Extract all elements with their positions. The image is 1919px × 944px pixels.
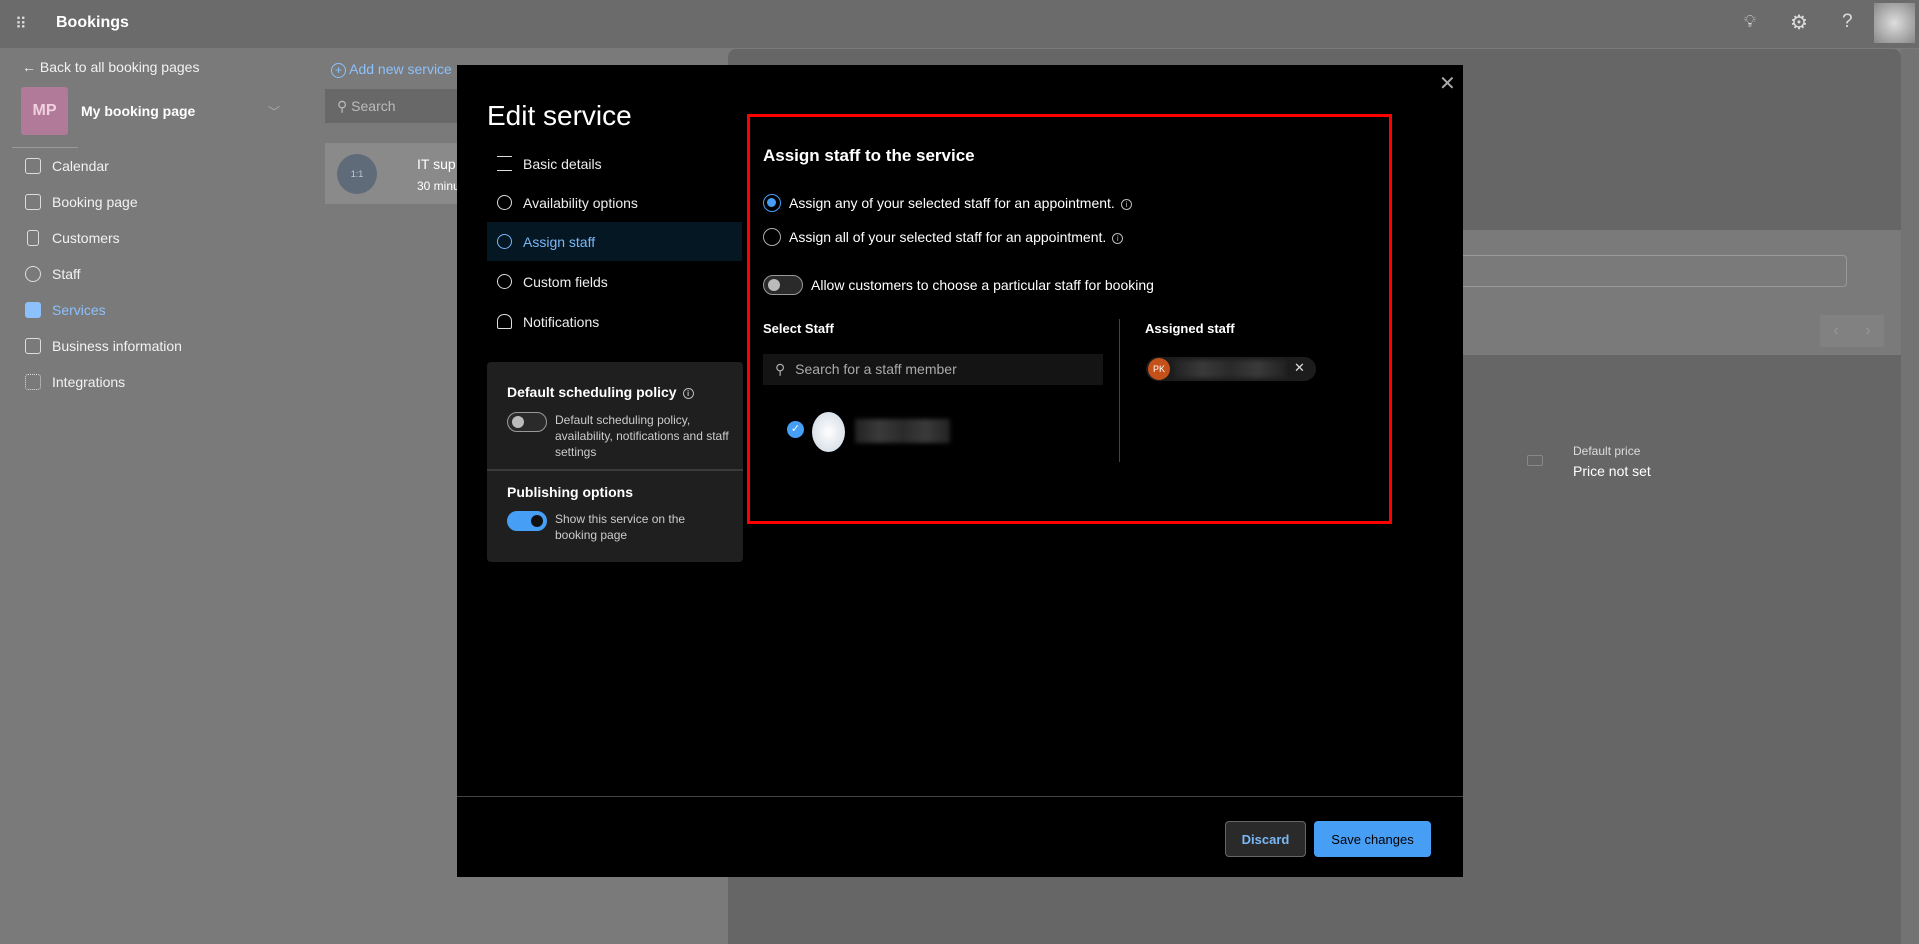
save-changes-button[interactable]: Save changes — [1314, 821, 1431, 857]
sidebar-item-customers[interactable]: Customers — [25, 230, 120, 246]
publishing-title: Publishing options — [507, 484, 633, 500]
dialog-title: Edit service — [487, 100, 632, 131]
info-icon[interactable]: i — [682, 387, 694, 399]
arrow-left-icon: ← — [22, 59, 36, 75]
bell-icon — [497, 314, 512, 329]
question-icon — [497, 274, 512, 289]
staff-checkbox[interactable]: ✓ — [787, 421, 804, 438]
divider — [487, 469, 743, 471]
top-bar: ⠿ Bookings 💡︎ ⚙ ? — [0, 0, 1919, 48]
divider — [12, 147, 78, 148]
chip-avatar: PK — [1148, 358, 1170, 380]
search-icon: ⚲ — [337, 98, 348, 114]
calendar-icon — [25, 158, 41, 174]
sidebar-item-calendar[interactable]: Calendar — [25, 158, 109, 174]
services-search[interactable]: ⚲ Search — [325, 89, 465, 123]
staff-avatar — [812, 412, 845, 452]
chip-name-redacted — [1174, 360, 1286, 378]
info-icon[interactable]: i — [1112, 232, 1124, 244]
assign-title: Assign staff to the service — [763, 146, 975, 165]
sidebar-item-booking-page[interactable]: Booking page — [25, 194, 138, 210]
publish-toggle[interactable] — [507, 511, 547, 531]
service-card[interactable]: 1:1 IT sup 30 minu — [325, 143, 465, 204]
sidebar-item-business-information[interactable]: Business information — [25, 338, 182, 354]
close-icon[interactable]: ✕ — [1439, 71, 1456, 96]
footer-divider — [457, 796, 1463, 797]
lightbulb-icon[interactable]: 💡︎ — [1744, 12, 1756, 32]
integrations-icon — [25, 374, 41, 390]
nav-assign-staff[interactable]: Assign staff — [487, 222, 742, 261]
settings-icon[interactable]: ⚙ — [1790, 10, 1808, 35]
plus-circle-icon: + — [331, 63, 346, 78]
radio-any-staff[interactable] — [763, 194, 781, 212]
back-link[interactable]: ← Back to all booking pages — [22, 59, 199, 75]
monitor-icon — [25, 194, 41, 210]
clock-icon — [497, 195, 512, 210]
policy-toggle[interactable] — [507, 412, 547, 432]
detail-input[interactable] — [1428, 255, 1847, 287]
sidebar-item-staff[interactable]: Staff — [25, 266, 81, 282]
edit-service-dialog: ✕ Edit service Basic details Availabilit… — [457, 65, 1463, 877]
next-button[interactable]: › — [1852, 315, 1884, 347]
nav-availability-options[interactable]: Availability options — [487, 183, 742, 222]
policy-title: Default scheduling policy i — [507, 384, 694, 400]
info-icon[interactable]: i — [1120, 198, 1132, 210]
divider — [1119, 319, 1120, 462]
sidebar-item-services[interactable]: Services — [25, 302, 106, 318]
radio-all-staff[interactable] — [763, 228, 781, 246]
list-icon — [497, 156, 512, 171]
page-name[interactable]: My booking page — [81, 103, 195, 119]
app-title: Bookings — [56, 14, 129, 31]
allow-choose-toggle[interactable] — [763, 275, 803, 295]
page-avatar: MP — [21, 87, 68, 135]
chevron-down-icon[interactable]: ﹀ — [268, 103, 280, 120]
money-icon — [1527, 455, 1543, 466]
policy-card: Default scheduling policy i Default sched… — [487, 362, 743, 562]
person-icon — [497, 234, 512, 249]
badge-icon — [27, 230, 39, 246]
people-icon — [25, 266, 41, 282]
service-icon: 1:1 — [337, 154, 377, 194]
nav-custom-fields[interactable]: Custom fields — [487, 262, 742, 301]
add-service-button[interactable]: + Add new service — [331, 61, 452, 78]
prev-button[interactable]: ‹ — [1820, 315, 1852, 347]
app-launcher-icon[interactable]: ⠿ — [15, 14, 27, 34]
help-icon[interactable]: ? — [1842, 11, 1853, 33]
briefcase-icon — [25, 302, 41, 318]
nav-notifications[interactable]: Notifications — [487, 302, 742, 341]
nav-basic-details[interactable]: Basic details — [487, 144, 742, 183]
staff-search-input[interactable]: ⚲ Search for a staff member — [763, 354, 1103, 385]
scrollbar[interactable] — [1901, 49, 1919, 944]
store-icon — [25, 338, 41, 354]
assign-staff-highlight — [747, 114, 1392, 524]
assigned-staff-chip: PK ✕ — [1146, 357, 1316, 381]
staff-name-redacted — [855, 419, 950, 443]
search-icon: ⚲ — [775, 361, 786, 377]
remove-staff-icon[interactable]: ✕ — [1294, 360, 1305, 376]
sidebar-item-integrations[interactable]: Integrations — [25, 374, 125, 390]
discard-button[interactable]: Discard — [1225, 821, 1306, 857]
user-avatar[interactable] — [1874, 3, 1915, 43]
